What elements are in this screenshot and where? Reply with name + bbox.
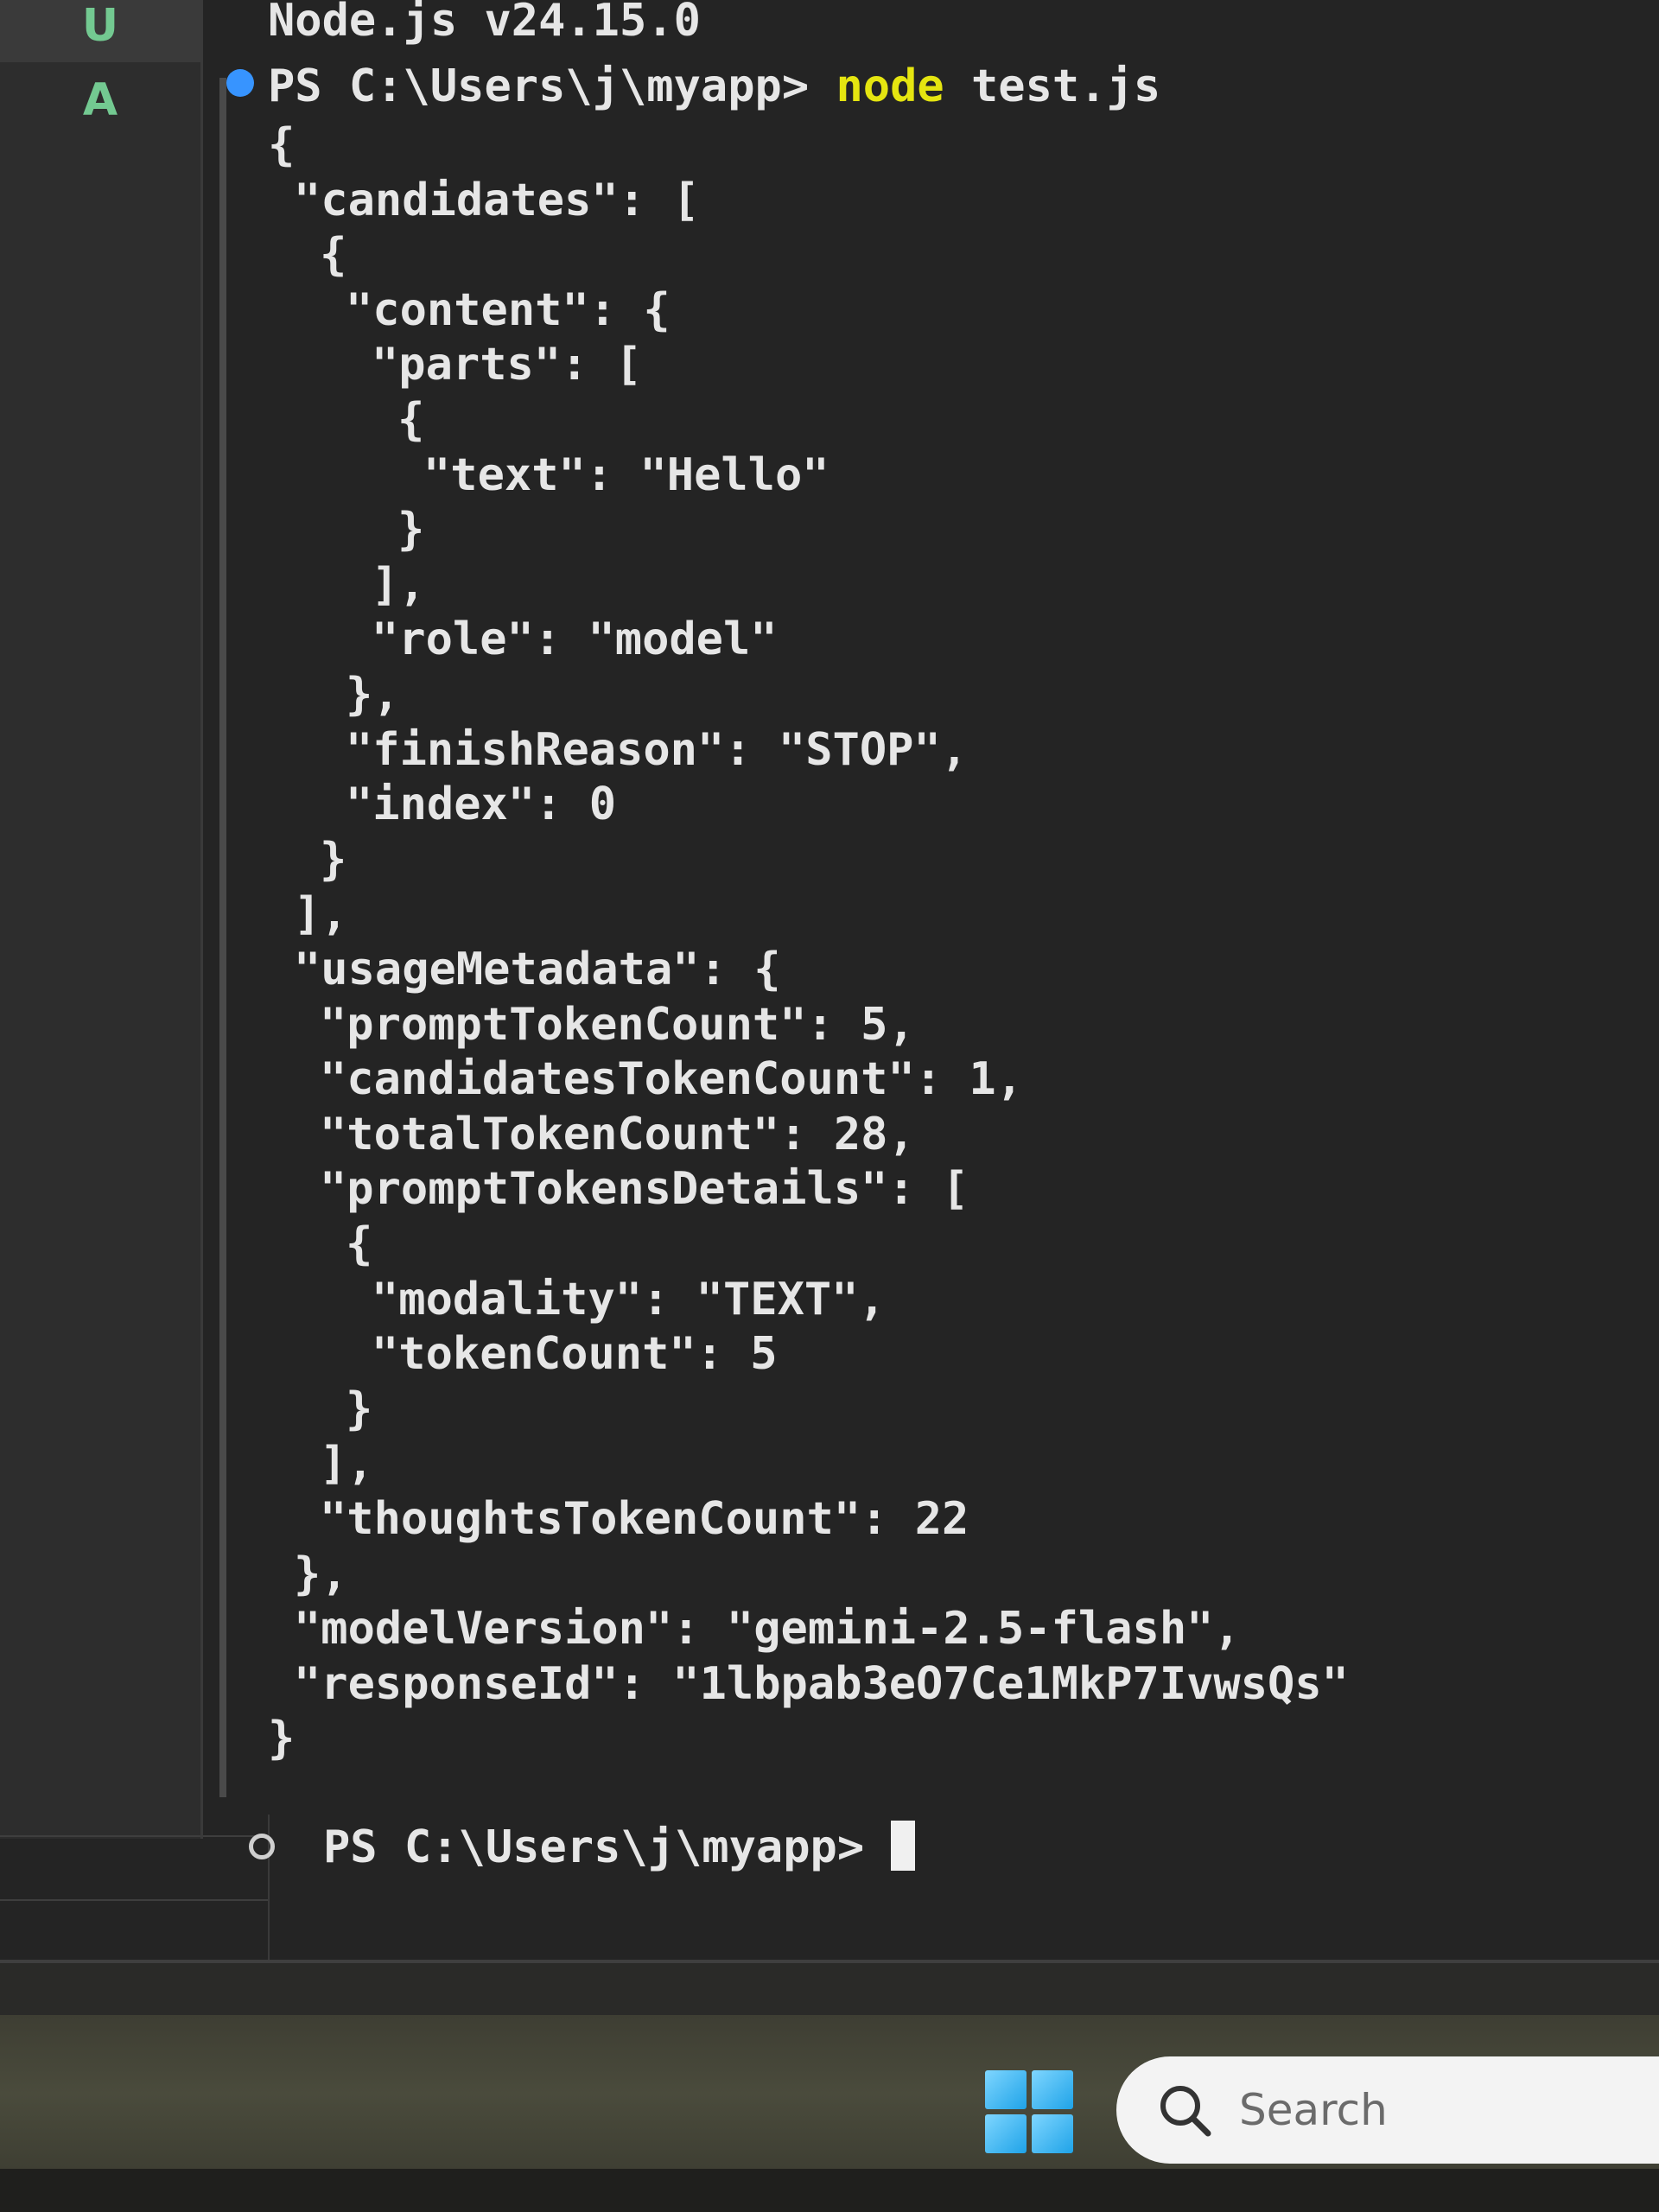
command-output-rail — [219, 78, 226, 1797]
prompt-text: PS C:\Users\j\myapp> — [268, 60, 836, 112]
output-line: ], — [294, 888, 348, 941]
output-line: "parts": [ — [372, 339, 643, 391]
taskbar-search-box[interactable]: Search — [1116, 2056, 1659, 2164]
output-line: "finishReason": "STOP", — [346, 723, 969, 776]
search-icon — [1154, 2080, 1215, 2140]
output-line: } — [268, 1713, 296, 1765]
output-line: "role": "model" — [372, 613, 778, 666]
start-pane — [1032, 2070, 1073, 2109]
output-line: { — [397, 394, 425, 446]
gutter-separator — [0, 1899, 268, 1901]
output-line: "candidates": [ — [294, 174, 700, 226]
output-line: ], — [372, 558, 426, 611]
output-line: { — [320, 229, 347, 282]
output-line: } — [397, 504, 425, 556]
start-pane — [1032, 2114, 1073, 2153]
output-line: "responseId": "1lbpab3eO7Ce1MkP7IvwsQs" — [294, 1657, 1349, 1710]
output-line: "totalTokenCount": 28, — [320, 1108, 915, 1160]
output-line: "content": { — [346, 283, 671, 336]
node-version-line: Node.js v24.15.0 — [268, 0, 701, 47]
taskbar-shadow — [0, 2169, 1659, 2212]
output-line: "modelVersion": "gemini-2.5-flash", — [294, 1603, 1241, 1656]
output-line: "text": "Hello" — [423, 448, 830, 501]
command-args: test.js — [944, 60, 1161, 112]
output-line: "modality": "TEXT", — [372, 1273, 886, 1325]
start-pane — [985, 2070, 1027, 2109]
gutter-separator — [0, 1835, 268, 1837]
output-line: "promptTokenCount": 5, — [320, 998, 915, 1051]
search-placeholder: Search — [1239, 2085, 1388, 2135]
output-line: } — [320, 833, 347, 886]
output-line: "index": 0 — [346, 779, 617, 831]
current-prompt-line[interactable]: PS C:\Users\j\myapp> — [323, 1820, 916, 1875]
scm-decoration-gutter: U A — [0, 0, 268, 1901]
screen: U A Node.js v24.15.0 PS C:\Users\j\myapp… — [0, 0, 1659, 2212]
start-pane — [985, 2114, 1027, 2153]
terminal-cursor — [891, 1821, 916, 1871]
prompt-text: PS C:\Users\j\myapp> — [323, 1821, 892, 1873]
command-name: node — [836, 60, 944, 112]
output-line: }, — [346, 669, 400, 721]
output-line: "candidatesTokenCount": 1, — [320, 1053, 1023, 1106]
output-line: { — [268, 119, 296, 171]
output-line: "promptTokensDetails": [ — [320, 1163, 969, 1216]
untracked-badge[interactable]: U — [0, 0, 200, 52]
command-line: PS C:\Users\j\myapp> node test.js — [268, 59, 1160, 114]
windows-start-icon[interactable] — [985, 2070, 1073, 2153]
output-line: } — [346, 1382, 373, 1435]
gutter-divider — [200, 0, 203, 1839]
output-line: "tokenCount": 5 — [372, 1328, 778, 1381]
output-line: "usageMetadata": { — [294, 944, 781, 995]
output-line: "thoughtsTokenCount": 22 — [320, 1493, 969, 1545]
command-success-dot-icon[interactable] — [226, 69, 254, 97]
status-area — [0, 1963, 1659, 2015]
output-line: ], — [320, 1438, 374, 1491]
output-line: }, — [294, 1548, 348, 1600]
added-badge[interactable]: A — [0, 74, 200, 126]
prompt-idle-dot-icon[interactable] — [249, 1834, 275, 1859]
output-line: { — [346, 1218, 373, 1270]
